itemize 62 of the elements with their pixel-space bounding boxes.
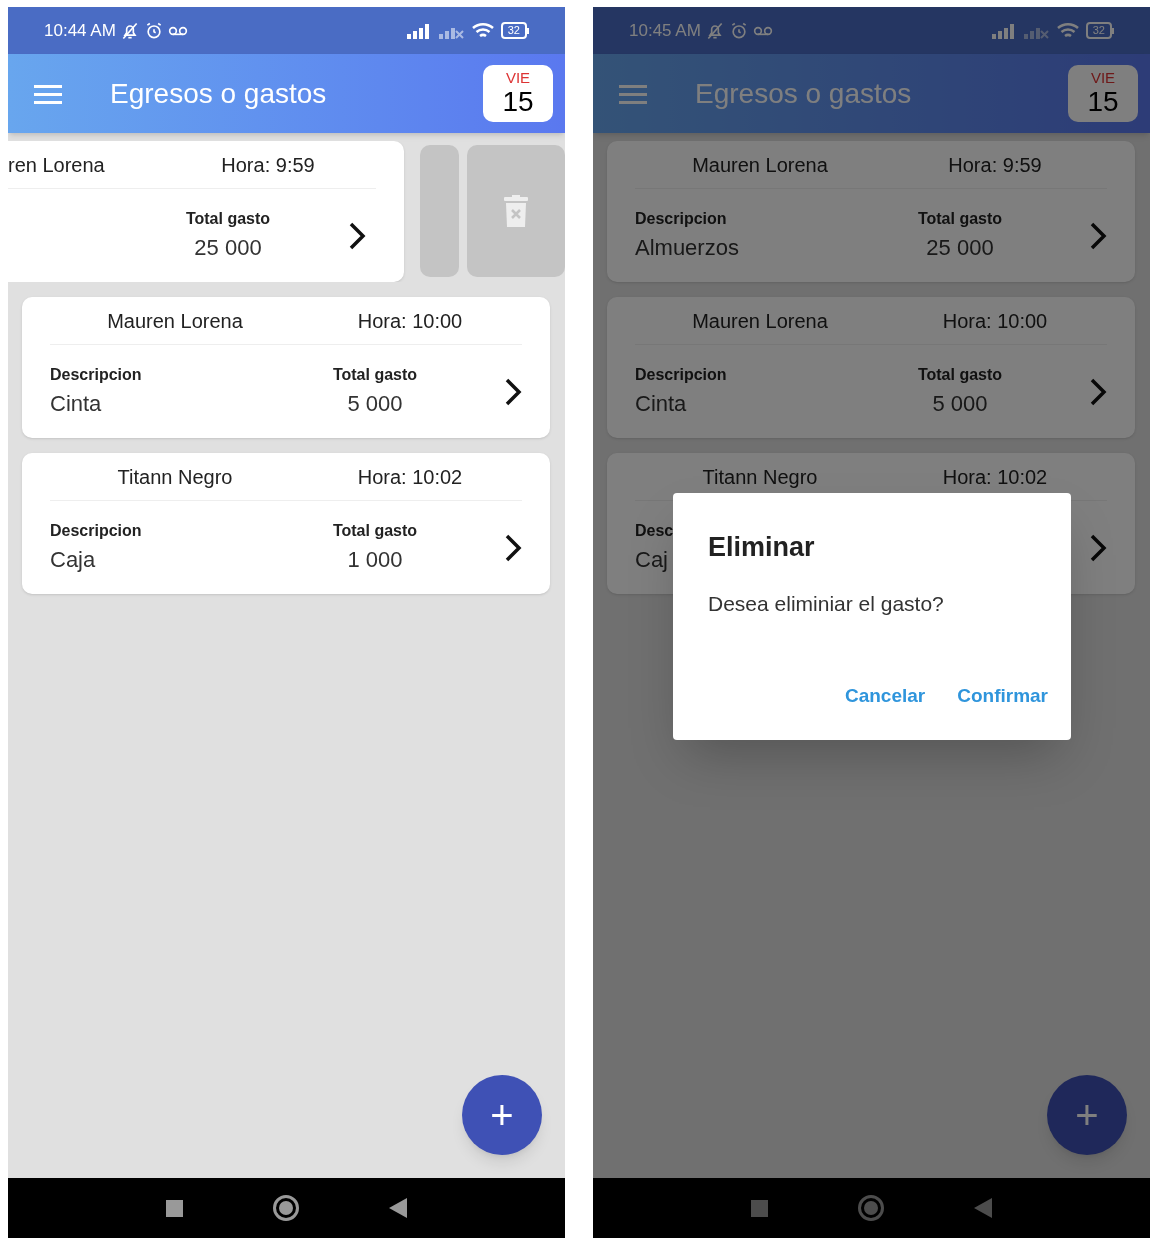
dialog-message: Desea eliminiar el gasto?: [708, 590, 945, 617]
expense-card[interactable]: Mauren Lorena Hora: 10:00 Descripcion Cinta Total gasto 5 000: [22, 297, 550, 438]
person-name: Mauren Lorena: [691, 152, 829, 178]
expense-card[interactable]: Mauren Lorena Hora: 10:00 Descripcion Cinta Total gasto 5 000: [607, 297, 1135, 438]
description-label: Descripcion: [50, 365, 142, 385]
description-label: Descripcion: [635, 365, 727, 385]
calendar-badge: VIE 15: [483, 65, 553, 122]
description-value: Cinta: [50, 390, 102, 418]
chevron-right-icon[interactable]: [504, 376, 522, 407]
description-value: Almuerzos: [635, 234, 739, 262]
description-value: Cinta: [635, 390, 687, 418]
description-label: Descripcion: [50, 521, 142, 541]
status-time: 10:44 AM: [44, 19, 116, 42]
total-value: 5 000: [347, 390, 403, 418]
description-value: Caja: [50, 546, 96, 574]
add-button[interactable]: +: [462, 1075, 542, 1155]
time-label: Hora: 10:02: [356, 464, 464, 490]
app-title: Egresos o gastos: [110, 76, 328, 111]
description-value: Caj: [635, 546, 668, 574]
dialog-title: Eliminar: [708, 531, 816, 564]
total-label: Total gasto: [332, 365, 418, 385]
chevron-right-icon[interactable]: [504, 532, 522, 563]
person-name: Titann Negro: [701, 464, 819, 490]
battery-indicator: 32: [500, 22, 529, 39]
add-button[interactable]: +: [1047, 1075, 1127, 1155]
wifi-icon: [470, 21, 495, 40]
total-label: Total gasto: [917, 365, 1003, 385]
time-label: Hora: 10:02: [941, 464, 1049, 490]
person-name: Mauren Lorena: [106, 308, 244, 334]
expense-card[interactable]: ren Lorena Hora: 9:59 Total gasto 25 000: [8, 141, 404, 282]
expense-card[interactable]: Titann Negro Hora: 10:02 Descripcion Caja Total gasto 1 000: [22, 453, 550, 594]
total-value: 25 000: [194, 234, 262, 262]
person-name: ren Lorena: [8, 152, 106, 178]
app-title: Egresos o gastos: [695, 76, 913, 111]
description-label: Descripcion: [635, 209, 727, 229]
swiped-expense-row[interactable]: ren Lorena Hora: 9:59 Total gasto 25 000: [8, 141, 565, 282]
person-name: Titann Negro: [116, 464, 234, 490]
back-nav-icon[interactable]: [389, 1198, 407, 1218]
time-label: Hora: 10:00: [941, 308, 1049, 334]
home-nav-icon[interactable]: [273, 1195, 299, 1221]
description-label: Desc: [635, 521, 674, 541]
voicemail-icon: [752, 24, 773, 37]
time-label: Hora: 9:59: [947, 152, 1043, 178]
time-label: Hora: 10:00: [356, 308, 464, 334]
menu-icon[interactable]: [34, 82, 62, 105]
trash-icon: [504, 195, 528, 227]
total-label: Total gasto: [332, 521, 418, 541]
recents-nav-icon[interactable]: [166, 1199, 183, 1217]
total-value: 5 000: [932, 390, 988, 418]
total-value: 25 000: [926, 234, 994, 262]
total-value: 1 000: [347, 546, 403, 574]
expense-card[interactable]: Mauren Lorena Hora: 9:59 Descripcion Almuerzos Total gasto 25 000: [607, 141, 1135, 282]
total-label: Total gasto: [917, 209, 1003, 229]
person-name: Mauren Lorena: [691, 308, 829, 334]
chevron-right-icon[interactable]: [348, 220, 366, 251]
voicemail-icon: [167, 24, 188, 37]
time-label: Hora: 9:59: [220, 152, 316, 178]
status-time: 10:45 AM: [629, 19, 701, 42]
calendar-badge: VIE 15: [1068, 65, 1138, 122]
battery-indicator: 32: [1085, 22, 1114, 39]
total-label: Total gasto: [185, 209, 271, 229]
wifi-icon: [1055, 21, 1080, 40]
